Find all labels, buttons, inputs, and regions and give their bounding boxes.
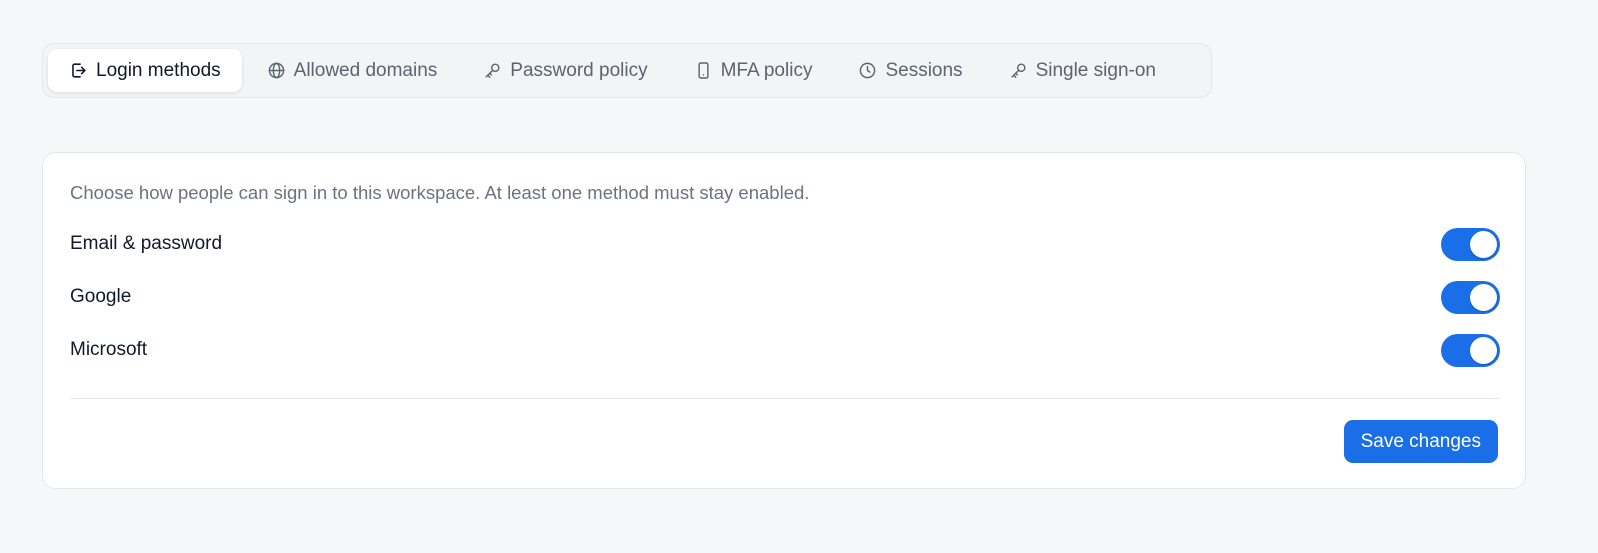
login-method-label: Email & password — [70, 233, 223, 254]
login-method-row-microsoft: Microsoft — [70, 333, 1500, 367]
globe-icon — [267, 61, 286, 80]
clock-icon — [858, 61, 877, 80]
toggle-knob — [1470, 230, 1497, 258]
tab-allowed-domains[interactable]: Allowed domains — [246, 49, 459, 92]
tab-password-policy[interactable]: Password policy — [462, 49, 668, 92]
tab-label: Password policy — [510, 59, 648, 81]
tab-mfa-policy[interactable]: MFA policy — [673, 49, 834, 92]
email-password-toggle[interactable] — [1441, 227, 1500, 261]
toggle-knob — [1470, 336, 1497, 364]
login-method-label: Google — [70, 286, 132, 307]
tab-label: MFA policy — [720, 59, 813, 81]
google-toggle[interactable] — [1441, 280, 1500, 314]
toggle-knob — [1470, 283, 1497, 311]
tab-label: Single sign-on — [1035, 59, 1156, 81]
key-icon — [1009, 61, 1028, 80]
tab-single-sign-on[interactable]: Single sign-on — [988, 49, 1177, 92]
microsoft-toggle[interactable] — [1441, 333, 1500, 367]
tab-sessions[interactable]: Sessions — [837, 49, 983, 92]
login-methods-card: Choose how people can sign in to this wo… — [42, 152, 1526, 489]
settings-tab-bar: Login methods Allowed domains Password p… — [42, 43, 1212, 98]
tab-label: Allowed domains — [293, 59, 438, 81]
login-methods-description: Choose how people can sign in to this wo… — [70, 182, 810, 203]
key-icon — [483, 61, 502, 80]
login-method-row-google: Google — [70, 280, 1500, 314]
phone-icon — [694, 61, 713, 80]
tab-label: Login methods — [96, 59, 221, 81]
card-divider — [70, 398, 1500, 399]
save-changes-button[interactable]: Save changes — [1343, 420, 1498, 463]
tab-login-methods[interactable]: Login methods — [48, 49, 242, 92]
login-method-row-email: Email & password — [70, 227, 1500, 261]
login-icon — [69, 61, 88, 80]
tab-label: Sessions — [885, 59, 963, 81]
login-method-label: Microsoft — [70, 339, 148, 360]
